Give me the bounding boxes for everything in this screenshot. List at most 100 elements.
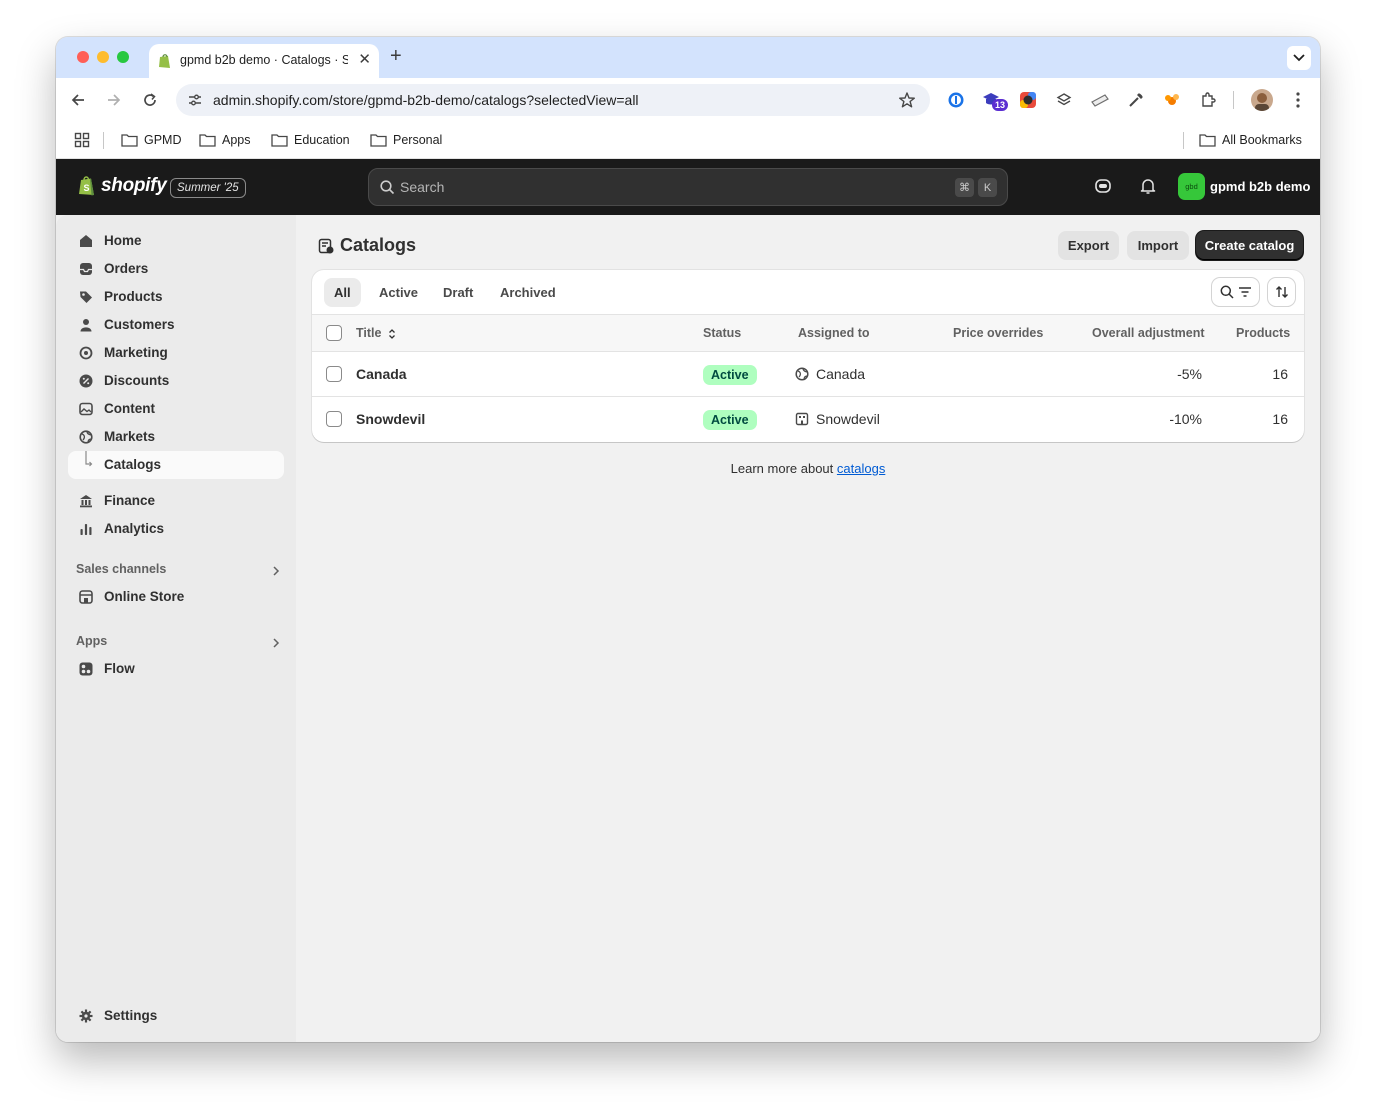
arrow-left-icon	[71, 94, 84, 106]
sidebar-item-settings[interactable]: Settings	[68, 1002, 284, 1030]
sidebar-item-finance[interactable]: Finance	[68, 487, 284, 515]
zoom-window-button[interactable]	[117, 51, 129, 63]
folder-icon	[1199, 134, 1216, 147]
globe-icon	[795, 367, 809, 381]
profile-avatar[interactable]	[1251, 89, 1273, 111]
layers-extension-icon[interactable]	[1054, 90, 1074, 110]
back-button[interactable]	[67, 89, 89, 111]
all-bookmarks-label: All Bookmarks	[1222, 133, 1302, 147]
assigned-to: Snowdevil	[816, 411, 880, 427]
sidebar-item-products[interactable]: Products	[68, 283, 284, 311]
column-status: Status	[703, 326, 742, 340]
extension-badge: 13	[992, 99, 1009, 111]
home-icon	[78, 233, 94, 249]
close-window-button[interactable]	[77, 51, 89, 63]
browser-menu-icon[interactable]	[1288, 90, 1308, 110]
search-icon	[1220, 285, 1234, 299]
sidebar-item-flow[interactable]: Flow	[68, 655, 284, 683]
apps-heading[interactable]: Apps	[76, 634, 284, 648]
tab-draft[interactable]: Draft	[433, 278, 483, 307]
page-title-text: Catalogs	[340, 235, 417, 255]
tab-all[interactable]: All	[324, 278, 361, 307]
import-button[interactable]: Import	[1127, 231, 1189, 260]
bookmark-folder-gpmd[interactable]: GPMD	[121, 131, 182, 149]
sales-channels-label: Sales channels	[76, 562, 167, 576]
sidebar-item-catalogs[interactable]: Catalogs	[68, 451, 284, 479]
browser-tab-active[interactable]: gpmd b2b demo · Catalogs · Shopify ✕	[149, 44, 379, 78]
sidebar-item-label: Markets	[104, 429, 156, 444]
ruler-extension-icon[interactable]	[1090, 90, 1110, 110]
browser-toolbar: admin.shopify.com/store/gpmd-b2b-demo/ca…	[56, 78, 1320, 122]
site-settings-icon[interactable]	[187, 92, 203, 108]
password-manager-extension-icon[interactable]	[946, 90, 966, 110]
bookmark-folder-education[interactable]: Education	[271, 131, 350, 149]
sidebar-item-customers[interactable]: Customers	[68, 311, 284, 339]
eyedropper-extension-icon[interactable]	[1126, 90, 1146, 110]
store-switcher[interactable]: gbd gpmd b2b demo	[1178, 173, 1310, 200]
table-row[interactable]: Snowdevil Active Snowdevil -10% 16	[312, 397, 1304, 442]
shopify-favicon-icon	[159, 54, 170, 68]
bookmark-folder-personal[interactable]: Personal	[370, 131, 442, 149]
shopify-logo[interactable]: S shopify	[78, 175, 167, 197]
column-title-label: Title	[356, 326, 382, 340]
view-tabs: All Active Draft Archived	[312, 270, 1304, 315]
sidebar-item-marketing[interactable]: Marketing	[68, 339, 284, 367]
row-checkbox[interactable]	[326, 411, 342, 427]
tab-archived[interactable]: Archived	[490, 278, 566, 307]
search-input[interactable]: Search ⌘ K	[368, 168, 1008, 206]
minimize-window-button[interactable]	[97, 51, 109, 63]
search-filter-button[interactable]	[1212, 278, 1259, 306]
bookmarks-divider	[1183, 132, 1184, 149]
new-tab-button[interactable]: +	[390, 45, 402, 67]
sidebar-item-label: Flow	[104, 661, 135, 676]
tab-active[interactable]: Active	[369, 278, 428, 307]
close-tab-icon[interactable]: ✕	[358, 52, 371, 68]
color-extension-icon[interactable]	[1018, 90, 1038, 110]
sub-item-connector-icon	[78, 451, 94, 473]
folder-icon	[271, 134, 288, 147]
bookmark-star-icon[interactable]	[898, 91, 916, 109]
sidebar-item-home[interactable]: Home	[68, 227, 284, 255]
reload-button[interactable]	[139, 89, 161, 111]
forward-button[interactable]	[103, 89, 125, 111]
sidebar-item-label: Home	[104, 233, 142, 248]
sidebar-item-content[interactable]: Content	[68, 395, 284, 423]
sidebar-item-analytics[interactable]: Analytics	[68, 515, 284, 543]
catalogs-help-link[interactable]: catalogs	[837, 461, 885, 476]
arrow-right-icon	[108, 94, 121, 106]
assigned-to: Canada	[816, 366, 866, 382]
address-bar[interactable]: admin.shopify.com/store/gpmd-b2b-demo/ca…	[176, 84, 930, 116]
sidebar-item-orders[interactable]: Orders	[68, 255, 284, 283]
edition-badge[interactable]: Summer '25	[170, 178, 246, 198]
catalog-title[interactable]: Canada	[356, 366, 407, 382]
shopify-topbar: S shopify Summer '25 Search ⌘ K gbd gpmd…	[56, 159, 1320, 215]
inbox-icon	[78, 261, 94, 277]
notifications-bell-icon[interactable]	[1139, 177, 1157, 200]
sidebar-item-online-store[interactable]: Online Store	[68, 583, 284, 611]
tab-search-button[interactable]	[1287, 46, 1311, 70]
all-bookmarks-button[interactable]: All Bookmarks	[1199, 131, 1302, 149]
leaf-extension-icon[interactable]	[1162, 90, 1182, 110]
status-badge: Active	[703, 410, 757, 430]
products-count: 16	[1272, 411, 1288, 427]
create-catalog-button[interactable]: Create catalog	[1196, 231, 1303, 260]
table-row[interactable]: Canada Active Canada -5% 16	[312, 352, 1304, 397]
column-title[interactable]: Title	[356, 326, 396, 340]
sort-button[interactable]	[1268, 278, 1295, 306]
sidebar-item-markets[interactable]: Markets	[68, 423, 284, 451]
sidekick-icon[interactable]	[1094, 177, 1112, 200]
export-button[interactable]: Export	[1058, 231, 1119, 260]
browser-window: gpmd b2b demo · Catalogs · Shopify ✕ + a…	[56, 37, 1320, 1042]
graduation-cap-extension-icon[interactable]: 13	[982, 90, 1009, 111]
chart-icon	[78, 521, 94, 537]
row-checkbox[interactable]	[326, 366, 342, 382]
bookmark-label: GPMD	[144, 133, 182, 147]
apps-grid-icon[interactable]	[74, 131, 90, 149]
folder-icon	[370, 134, 387, 147]
catalog-title[interactable]: Snowdevil	[356, 411, 425, 427]
bookmark-folder-apps[interactable]: Apps	[199, 131, 251, 149]
sidebar-item-discounts[interactable]: Discounts	[68, 367, 284, 395]
sales-channels-heading[interactable]: Sales channels	[76, 562, 284, 576]
extensions-puzzle-icon[interactable]	[1198, 90, 1218, 110]
select-all-checkbox[interactable]	[326, 325, 342, 341]
